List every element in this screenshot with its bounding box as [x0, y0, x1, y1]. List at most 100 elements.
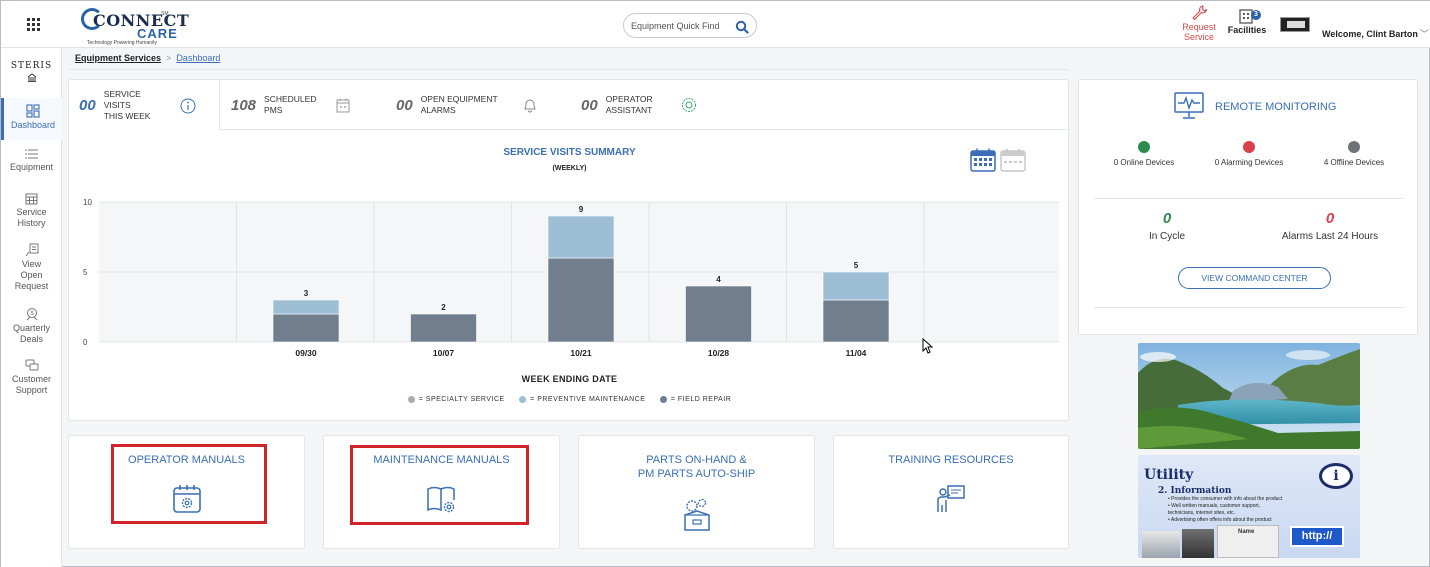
promo-landscape-image[interactable]	[1138, 343, 1360, 449]
alarms-24h-metric: 0 Alarms Last 24 Hours	[1250, 210, 1410, 242]
sidebar-item-label-1: Customer	[11, 374, 51, 384]
box-gear-icon	[683, 498, 710, 531]
svg-text:$: $	[30, 311, 34, 317]
connect-care-logo[interactable]: CONNECT CARE SM Technology Powering Huma…	[79, 5, 189, 47]
breadcrumb-dashboard-link[interactable]: Dashboard	[176, 53, 220, 63]
bell-icon	[523, 99, 536, 113]
utility-subtitle: 2. Information	[1158, 486, 1232, 496]
view-command-center-button[interactable]: VIEW COMMAND CENTER	[1178, 267, 1331, 289]
search-icon[interactable]	[735, 20, 749, 34]
calendar-grid-icon	[25, 193, 38, 205]
photo-document: Name	[1217, 525, 1279, 558]
search-input[interactable]	[631, 18, 731, 34]
highlight-box-operator-manuals	[111, 444, 267, 524]
sidebar-item-quarterly-deals[interactable]: $ Quarterly Deals	[1, 307, 62, 345]
left-sidebar: STERIS Dashboard Equipment Service Histo…	[1, 48, 62, 567]
welcome-text: Welcome, Clint Barton	[1322, 29, 1418, 39]
in-cycle-metric: 0 In Cycle	[1087, 210, 1247, 242]
service-summary-card: 00 SERVICE VISITS THIS WEEK 108 SCHEDULED P…	[68, 79, 1070, 421]
list-icon	[24, 149, 38, 159]
chat-icon	[25, 359, 38, 371]
highlight-box-maintenance-manuals	[350, 445, 529, 525]
bar-total-label: 4	[716, 275, 721, 284]
avatar[interactable]	[1280, 17, 1310, 32]
stat-tab-open-equipment-alarms[interactable]: 00 OPEN EQUIPMENT ALARMS	[396, 80, 571, 130]
offline-status-dot	[1348, 141, 1360, 153]
photo-person	[1142, 531, 1180, 558]
alarms-24h-label: Alarms Last 24 Hours	[1281, 231, 1379, 242]
remote-monitoring-title: REMOTE MONITORING	[1215, 101, 1337, 113]
bar-segment-field-repair	[685, 285, 752, 343]
tile-title: PARTS ON-HAND & PM PARTS AUTO-SHIP	[637, 454, 756, 480]
request-service-button[interactable]: Request Service	[1177, 5, 1221, 42]
sidebar-item-equipment[interactable]: Equipment	[1, 148, 62, 173]
request-service-label-2: Service	[1183, 32, 1214, 42]
sidebar-item-customer-support[interactable]: Customer Support	[1, 359, 62, 396]
facilities-button[interactable]: 3 Facilities	[1225, 7, 1269, 35]
sidebar-item-label: Equipment	[9, 162, 54, 172]
monitor-pulse-icon	[1174, 92, 1204, 119]
legend-dot-field	[659, 396, 667, 403]
http-badge: http://	[1290, 526, 1344, 547]
tile-parts-on-hand[interactable]: PARTS ON-HAND & PM PARTS AUTO-SHIP	[578, 435, 815, 549]
sidebar-item-label-2: Open	[20, 270, 43, 280]
info-circle-icon: i	[1319, 463, 1353, 489]
top-header: CONNECT CARE SM Technology Powering Huma…	[1, 1, 1430, 48]
request-service-label-1: Request	[1182, 22, 1216, 32]
legend-preventive-maintenance: = PREVENTIVE MAINTENANCE	[519, 396, 645, 403]
weekly-view-calendar-icon[interactable]	[970, 148, 996, 172]
divider	[1094, 198, 1403, 199]
logo-service-mark: SM	[161, 11, 169, 17]
alarming-status-dot	[1243, 141, 1255, 153]
sidebar-item-service-history[interactable]: Service History	[1, 192, 62, 229]
sidebar-item-label-3: Request	[14, 281, 49, 291]
x-tick-label: 10/28	[708, 348, 730, 358]
app-launcher-icon[interactable]	[27, 18, 40, 31]
bar-segment-field-repair	[822, 299, 890, 343]
stat-label: OPERATOR ASSISTANT	[605, 94, 653, 115]
stat-value: 00	[581, 96, 598, 114]
stat-tab-operator-assistant[interactable]: 00 OPERATOR ASSISTANT	[581, 80, 741, 130]
sidebar-item-label-1: Quarterly	[12, 323, 50, 333]
bar-segment-preventive-maintenance	[272, 299, 340, 315]
user-menu[interactable]: Welcome, Clint Barton ﹀	[1322, 27, 1429, 40]
app-window: CONNECT CARE SM Technology Powering Huma…	[0, 0, 1430, 567]
legend-dot-specialty	[407, 396, 415, 403]
mouse-cursor-icon	[922, 338, 934, 354]
monthly-view-calendar-icon[interactable]	[1000, 148, 1026, 172]
wrench-icon	[1192, 5, 1207, 20]
info-icon[interactable]	[180, 98, 196, 114]
steris-brand: STERIS	[10, 61, 53, 71]
equipment-quick-find	[623, 13, 757, 38]
steris-mark-icon	[27, 73, 37, 82]
promo-utility-image[interactable]: Utility 2. Information • Provides the co…	[1138, 455, 1360, 558]
in-cycle-value: 0	[1162, 210, 1172, 227]
sidebar-item-label-1: View	[21, 259, 42, 269]
sidebar-item-label-2: Deals	[19, 334, 43, 344]
online-status-dot	[1138, 141, 1150, 153]
sidebar-item-dashboard[interactable]: Dashboard	[1, 98, 62, 140]
y-tick-label: 5	[83, 268, 88, 277]
tile-training-resources[interactable]: TRAINING RESOURCES	[833, 435, 1069, 549]
legend-specialty-service: = SPECIALTY SERVICE	[407, 396, 505, 403]
sidebar-item-label-1: Service	[16, 207, 47, 217]
chart-legend: = SPECIALTY SERVICE = PREVENTIVE MAINTEN…	[69, 396, 1070, 405]
presenter-icon	[937, 485, 965, 512]
bar-segment-preventive-maintenance	[547, 215, 615, 259]
bar-segment-field-repair	[272, 313, 340, 343]
landscape-picture	[1138, 343, 1360, 449]
legend-field-repair: = FIELD REPAIR	[659, 396, 731, 403]
stat-tab-service-visits[interactable]: 00 SERVICE VISITS THIS WEEK	[69, 80, 220, 131]
stat-label: SCHEDULED PMs	[264, 94, 317, 115]
stat-value: 00	[79, 97, 96, 114]
stat-tab-scheduled-pms[interactable]: 108 SCHEDULED PMs	[231, 80, 381, 130]
breadcrumb-divider	[69, 69, 1069, 70]
x-tick-label: 09/30	[295, 348, 317, 358]
sidebar-item-view-open-request[interactable]: View Open Request	[1, 243, 62, 292]
service-visits-chart: 0 5 10 3 09/30 2 10/07 9 10/21 4 10/28 5 11/04	[83, 198, 1059, 358]
x-tick-label: 10/21	[570, 348, 592, 358]
dashboard-icon	[26, 104, 40, 118]
breadcrumb-equipment-services-link[interactable]: Equipment Services	[75, 53, 161, 63]
utility-bullets: • Provides the consumer with info about …	[1168, 496, 1283, 523]
utility-title: Utility	[1144, 467, 1194, 483]
